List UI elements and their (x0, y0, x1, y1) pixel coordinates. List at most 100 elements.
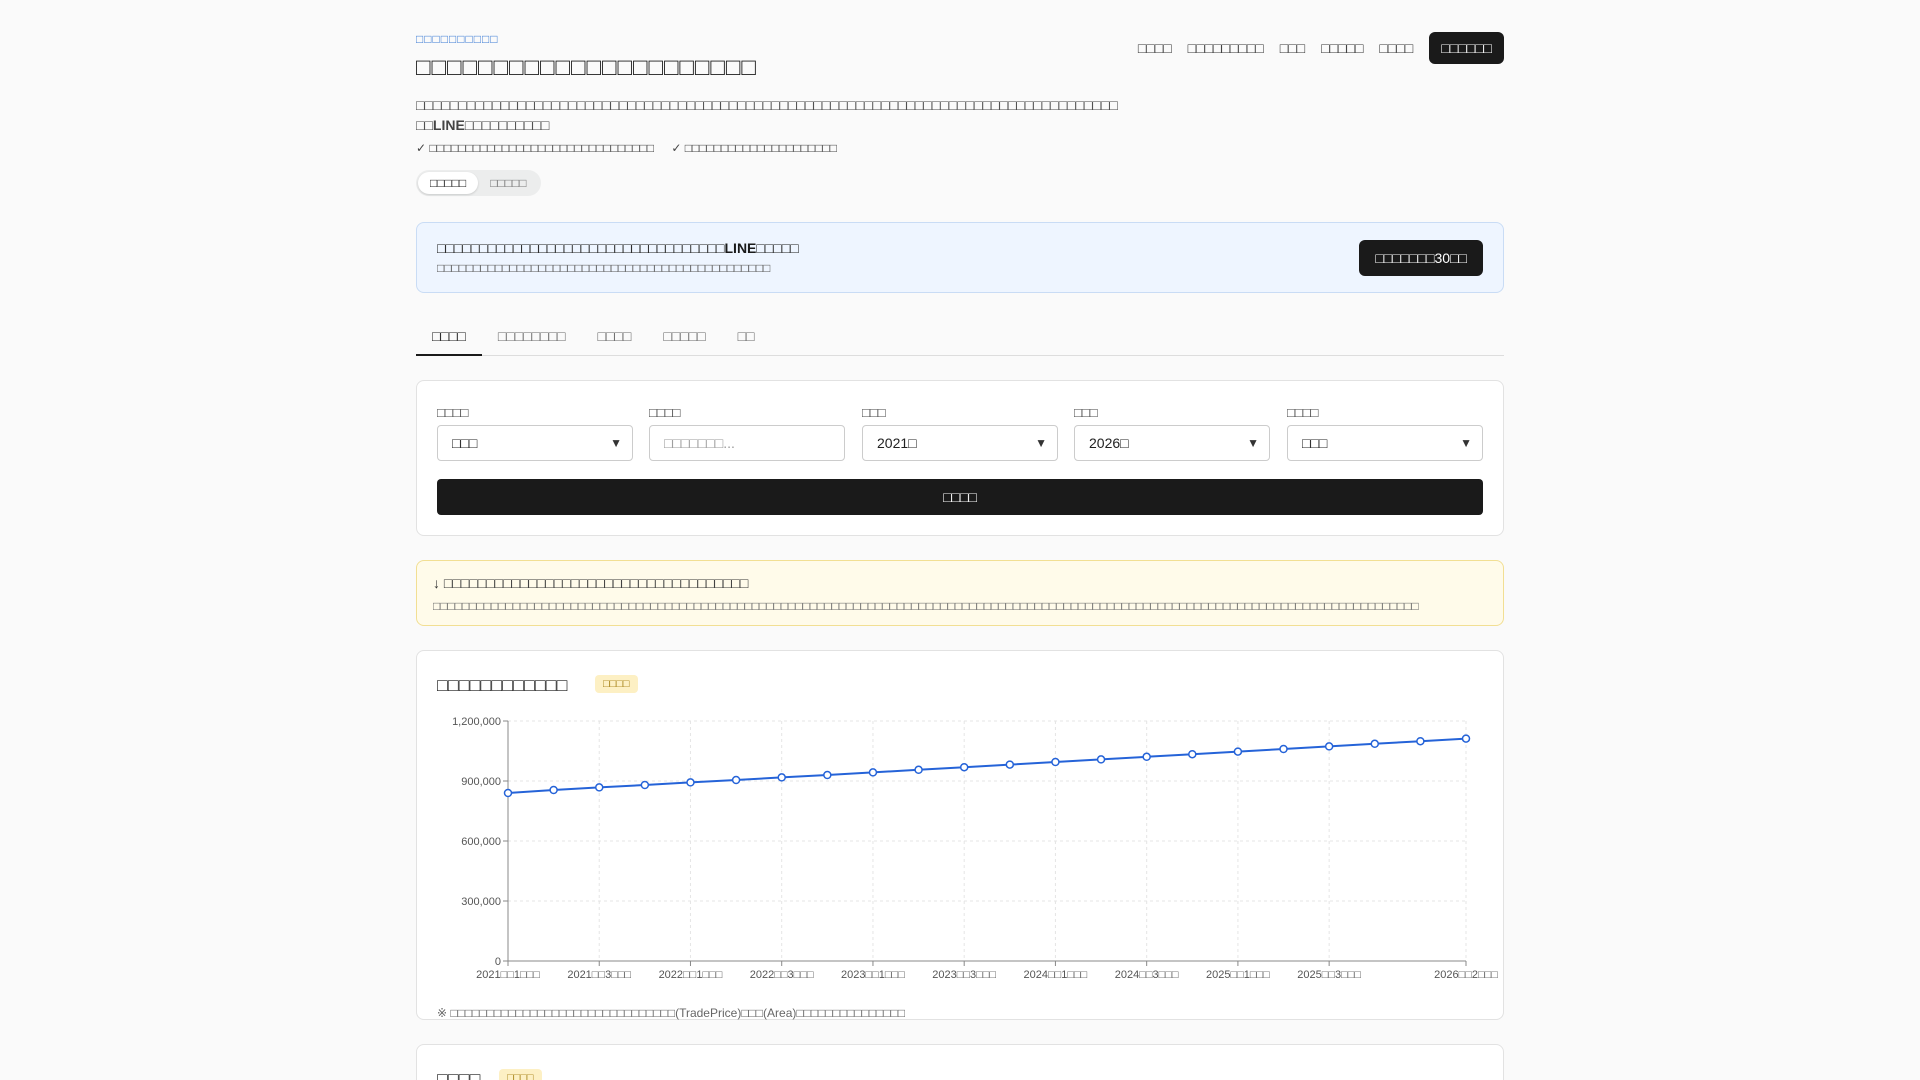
check-item: ✓ □□□□□□□□□□□□□□□□□□□□□□□□□□□□□□□ (416, 141, 655, 155)
data-point (549, 785, 558, 795)
toggle-option[interactable]: □□□□□ (478, 172, 538, 194)
x-tick-label: 2022□□3□□□ (750, 969, 814, 981)
desc-part: □□□□□□□□□□ (464, 117, 550, 133)
filter-card: □□□□ □□□ ▼ □□□□ □□□□□□□... □□□ 2021□ ▼ □□□… (416, 380, 1504, 536)
tab-item[interactable]: □□□□ (416, 318, 482, 356)
select-value: □□□ (452, 435, 478, 451)
filter-select[interactable]: 2021□ ▼ (862, 425, 1058, 461)
page-title: □□□□□□□□□□□□□□□□□□□□□□ (416, 54, 757, 81)
filter-label: □□□□ (649, 405, 681, 420)
y-tick-label: 300,000 (461, 896, 501, 908)
y-tick-label: 600,000 (461, 836, 501, 848)
feature-checks: ✓ □□□□□□□□□□□□□□□□□□□□□□□□□□□□□□□ ✓ □□□□… (416, 141, 851, 155)
data-point (640, 780, 650, 790)
page-eyebrow: □□□□□□□□□□ (416, 32, 499, 46)
x-tick-label: 2021□□3□□□ (567, 969, 631, 981)
data-point (868, 768, 878, 777)
banner-title: □□□□□□□□□□□□□□□□□□□□□□□□□□□□□□□□□□LINE□□… (437, 240, 799, 256)
x-tick-label: 2026□□2□□□ (1434, 969, 1498, 981)
data-point (1096, 755, 1106, 764)
nav-cta-button[interactable]: □□□□□□ (1429, 32, 1504, 64)
desc-part: □□□□□□ (416, 97, 467, 113)
nav-item[interactable]: □□□□□□□□□ (1188, 40, 1264, 56)
data-point (1370, 739, 1380, 749)
filter-label: □□□ (1074, 405, 1098, 420)
tab-item[interactable]: □□□□ (581, 318, 647, 356)
filter-select[interactable]: □□□ ▼ (1287, 425, 1483, 461)
nav-item[interactable]: □□□ (1280, 40, 1305, 56)
desc-part: LINE (432, 117, 465, 133)
notice-text: □□□□□□□□□□□□□□□□□□□□□□□□□□□□□□□□□□□□□□□□… (433, 599, 1419, 613)
chevron-down-icon: ▼ (1035, 436, 1047, 450)
data-point (1279, 744, 1288, 754)
select-value: 2021□ (877, 435, 917, 451)
y-tick-label: 1,200,000 (452, 716, 501, 728)
x-tick-label: 2024□□3□□□ (1115, 969, 1179, 981)
data-point (731, 775, 741, 785)
data-point (1051, 757, 1060, 767)
x-tick-label: 2025□□3□□□ (1297, 969, 1361, 981)
x-tick-label: 2023□□3□□□ (932, 969, 996, 981)
nav-item[interactable]: □□□□ (1138, 40, 1172, 56)
nav-item[interactable]: □□□□□ (1321, 40, 1363, 56)
data-point (823, 770, 832, 780)
next-card-title: □□□□ (437, 1069, 481, 1080)
select-value: 2026□ (1089, 435, 1129, 451)
chevron-down-icon: ▼ (1247, 436, 1259, 450)
data-point (1324, 742, 1334, 751)
chevron-down-icon: ▼ (610, 436, 622, 450)
data-point (1233, 747, 1243, 756)
tab-bar: □□□□ □□□□□□□□ □□□□ □□□□□ □□ (416, 318, 1504, 356)
view-toggle: □□□□□ □□□□□ (416, 170, 541, 196)
tab-item[interactable]: □□□□□ (647, 318, 721, 356)
data-point (914, 765, 923, 775)
x-tick-label: 2023□□1□□□ (841, 969, 905, 981)
data-point (503, 788, 513, 798)
series-line (507, 737, 1467, 794)
search-button[interactable]: □□□□ (437, 479, 1483, 515)
banner-subtitle: □□□□□□□□□□□□□□□□□□□□□□□□□□□□□□□□□□□□□□□□… (437, 261, 771, 275)
x-tick-label: 2021□□1□□□ (476, 969, 540, 981)
desc-part: □□□□□□□□□□□□□□□□□□□□□□□□□□□□□□□□□□□□□□□□… (559, 97, 1118, 113)
data-point (594, 783, 604, 792)
filter-select[interactable]: 2026□ ▼ (1074, 425, 1270, 461)
y-tick-label: 0 (495, 956, 501, 968)
price-line-chart: 0 300,000 600,000 900,000 1,200,000 2021□□1□□… (452, 716, 1498, 981)
filter-select[interactable]: □□□ ▼ (437, 425, 633, 461)
data-point (686, 778, 695, 787)
banner-button[interactable]: □□□□□□□30□□ (1359, 240, 1483, 276)
nav-item[interactable]: □□□□ (1379, 40, 1413, 56)
desc-part: □□ (416, 117, 433, 133)
next-card-badge: □□□□ (499, 1069, 542, 1080)
data-point (1142, 752, 1151, 762)
filter-label: □□□□ (437, 405, 469, 420)
data-point (1416, 736, 1425, 746)
select-value: □□□ (1302, 435, 1328, 451)
notice-title: ↓ □□□□□□□□□□□□□□□□□□□□□□□□□□□□□□□□□□□□ (433, 575, 749, 591)
tab-item[interactable]: □□□□□□□□ (482, 318, 582, 356)
toggle-option[interactable]: □□□□□ (418, 172, 479, 194)
data-point (959, 762, 969, 772)
filter-label: □□□ (862, 405, 886, 420)
y-tick-label: 900,000 (461, 776, 501, 788)
chart-footnote: ※ □□□□□□□□□□□□□□□□□□□□□□□□□□□□□□□(TradeP… (437, 1006, 906, 1020)
x-tick-label: 2024□□1□□□ (1024, 969, 1088, 981)
filter-label: □□□□ (1287, 405, 1319, 420)
notice-box: ↓ □□□□□□□□□□□□□□□□□□□□□□□□□□□□□□□□□□□□ □… (416, 560, 1504, 626)
top-nav: □□□□ □□□□□□□□□ □□□ □□□□□ □□□□ □□□□□□ (1138, 32, 1504, 64)
check-item: ✓ □□□□□□□□□□□□□□□□□□□□□ (671, 141, 838, 155)
tab-item[interactable]: □□ (722, 318, 771, 356)
next-card: □□□□ □□□□ (416, 1044, 1504, 1080)
chevron-down-icon: ▼ (1460, 436, 1472, 450)
data-point (777, 773, 786, 782)
page-description: □□□□□□□□□□□□□□□□□□□□□□□□□□□□□□□□□□□□□□□□… (416, 95, 1118, 135)
data-point (1461, 734, 1471, 743)
line-banner: □□□□□□□□□□□□□□□□□□□□□□□□□□□□□□□□□□LINE□□… (416, 222, 1504, 293)
filter-input[interactable]: □□□□□□□... (649, 425, 845, 461)
desc-part: □□□□□□□□□□□ (466, 97, 560, 113)
data-point (1005, 760, 1015, 769)
x-tick-label: 2022□□1□□□ (659, 969, 723, 981)
data-point (1188, 749, 1197, 759)
x-tick-label: 2025□□1□□□ (1206, 969, 1270, 981)
chart-card: □□□□□□□□□□□□ □□□□ 0 300,000 600,000 900,000… (416, 650, 1504, 1020)
